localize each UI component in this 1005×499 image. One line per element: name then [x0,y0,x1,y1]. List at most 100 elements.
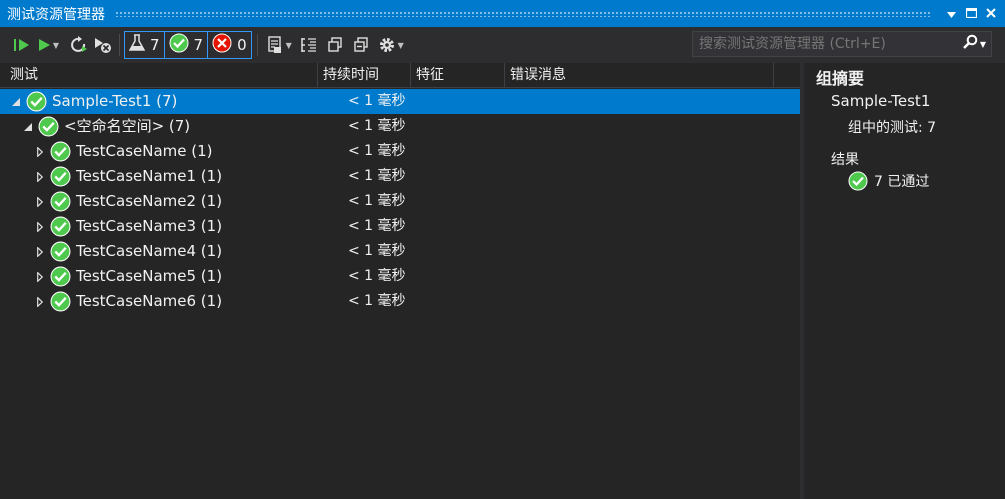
column-header-duration[interactable]: 持续时间 [313,63,410,88]
test-name: TestCaseName4 (1) [76,242,223,260]
play-icon [37,37,51,53]
search-box[interactable]: ▼ [692,31,992,57]
chevron-down-icon [946,7,956,21]
pass-icon [50,241,71,266]
search-icon [962,34,978,54]
collapsed-arrow-icon[interactable] [34,214,46,239]
run-button[interactable]: ▼ [35,31,61,59]
passed-tests-filter[interactable]: 7 [163,31,209,59]
total-tests-filter[interactable]: 7 [124,31,165,59]
test-duration: < 1 毫秒 [348,143,406,159]
column-header-test[interactable]: 测试 [0,63,317,88]
copy-icon [327,37,343,53]
test-name: <空命名空间> (7) [64,117,191,135]
close-icon [986,7,996,21]
expand-all-button[interactable] [322,31,348,59]
window-dropdown-button[interactable] [941,0,961,27]
run-all-icon [13,37,31,53]
flask-icon [128,34,146,56]
test-duration: < 1 毫秒 [348,268,406,284]
test-name: TestCaseName (1) [76,142,213,160]
collapsed-arrow-icon[interactable] [34,239,46,264]
cancel-run-icon [94,36,112,54]
drag-grip[interactable] [115,10,931,17]
total-count: 7 [150,36,160,54]
gear-icon [378,36,396,54]
test-name: Sample-Test1 (7) [52,92,178,110]
test-name: TestCaseName3 (1) [76,217,223,235]
maximize-button[interactable] [961,0,981,27]
namespace-row[interactable]: <空命名空间> (7) < 1 毫秒 [0,114,800,139]
summary-group-name: Sample-Test1 [831,92,931,110]
window-title: 测试资源管理器 [7,6,105,23]
test-duration: < 1 毫秒 [348,93,406,109]
expanded-arrow-icon[interactable] [10,89,22,114]
test-row[interactable]: TestCaseName2 (1) < 1 毫秒 [0,189,800,214]
test-duration: < 1 毫秒 [348,193,406,209]
test-row[interactable]: TestCaseName3 (1) < 1 毫秒 [0,214,800,239]
tool-window-titlebar[interactable]: 测试资源管理器 [0,0,1005,27]
group-summary-pane: 组摘要 Sample-Test1 组中的测试: 7 结果 7 已通过 [804,63,1005,499]
column-header-traits[interactable]: 特征 [406,63,504,88]
maximize-icon [965,7,977,21]
test-group-row[interactable]: Sample-Test1 (7) < 1 毫秒 [0,89,800,114]
test-list: 测试 持续时间 特征 错误消息 Sample-Test1 (7) < 1 毫秒 <空… [0,63,800,499]
collapse-icon [353,37,369,53]
passed-count: 7 [193,36,204,54]
test-duration: < 1 毫秒 [348,243,406,259]
collapsed-arrow-icon[interactable] [34,164,46,189]
pass-icon [50,216,71,241]
test-row[interactable]: TestCaseName6 (1) < 1 毫秒 [0,289,800,314]
pass-icon [50,141,71,166]
collapse-all-button[interactable] [348,31,374,59]
pass-icon [50,266,71,291]
test-row[interactable]: TestCaseName (1) < 1 毫秒 [0,139,800,164]
collapsed-arrow-icon[interactable] [34,189,46,214]
test-duration: < 1 毫秒 [348,293,406,309]
run-all-button[interactable] [9,31,35,59]
test-duration: < 1 毫秒 [348,118,406,134]
pass-icon [26,91,47,116]
playlist-dropdown-icon[interactable]: ▼ [286,41,292,50]
toolbar: ▼ 7 7 0 ▼ ▼ 搜索测试资源管理器 (Ctrl+E) ▼ [0,27,1005,63]
summary-result-label: 结果 [831,152,859,168]
pass-icon [50,291,71,316]
failed-count: 0 [237,36,247,54]
summary-passed-text: 7 已通过 [874,174,930,190]
close-button[interactable] [981,0,1001,27]
test-row[interactable]: TestCaseName4 (1) < 1 毫秒 [0,239,800,264]
search-button[interactable]: ▼ [957,34,991,54]
test-name: TestCaseName1 (1) [76,167,223,185]
test-duration: < 1 毫秒 [348,168,406,184]
search-options-icon[interactable]: ▼ [980,40,986,49]
test-row[interactable]: TestCaseName5 (1) < 1 毫秒 [0,264,800,289]
fail-icon [212,33,232,57]
test-row[interactable]: TestCaseName1 (1) < 1 毫秒 [0,164,800,189]
pass-icon [169,33,189,57]
collapsed-arrow-icon[interactable] [34,289,46,314]
collapsed-arrow-icon[interactable] [34,264,46,289]
pass-icon [848,171,868,191]
test-name: TestCaseName6 (1) [76,292,223,310]
column-headers: 测试 持续时间 特征 错误消息 [0,63,800,88]
column-header-error-message[interactable]: 错误消息 [500,63,772,88]
pass-icon [50,166,71,191]
settings-button[interactable]: ▼ [374,31,408,59]
column-divider[interactable] [773,63,774,88]
test-name: TestCaseName5 (1) [76,267,223,285]
group-by-button[interactable] [296,31,322,59]
pass-icon [50,191,71,216]
test-name: TestCaseName2 (1) [76,192,223,210]
failed-tests-filter[interactable]: 0 [207,31,252,59]
summary-passed[interactable]: 7 已通过 [848,171,929,191]
refresh-icon [70,36,88,54]
settings-dropdown-icon[interactable]: ▼ [398,41,404,50]
run-dropdown-icon[interactable]: ▼ [53,41,59,50]
refresh-button[interactable] [67,31,91,59]
search-input[interactable] [693,32,957,56]
cancel-run-button[interactable] [91,31,115,59]
collapsed-arrow-icon[interactable] [34,139,46,164]
summary-title: 组摘要 [816,69,865,88]
expanded-arrow-icon[interactable] [22,114,34,139]
playlist-button[interactable]: ▼ [262,31,296,59]
